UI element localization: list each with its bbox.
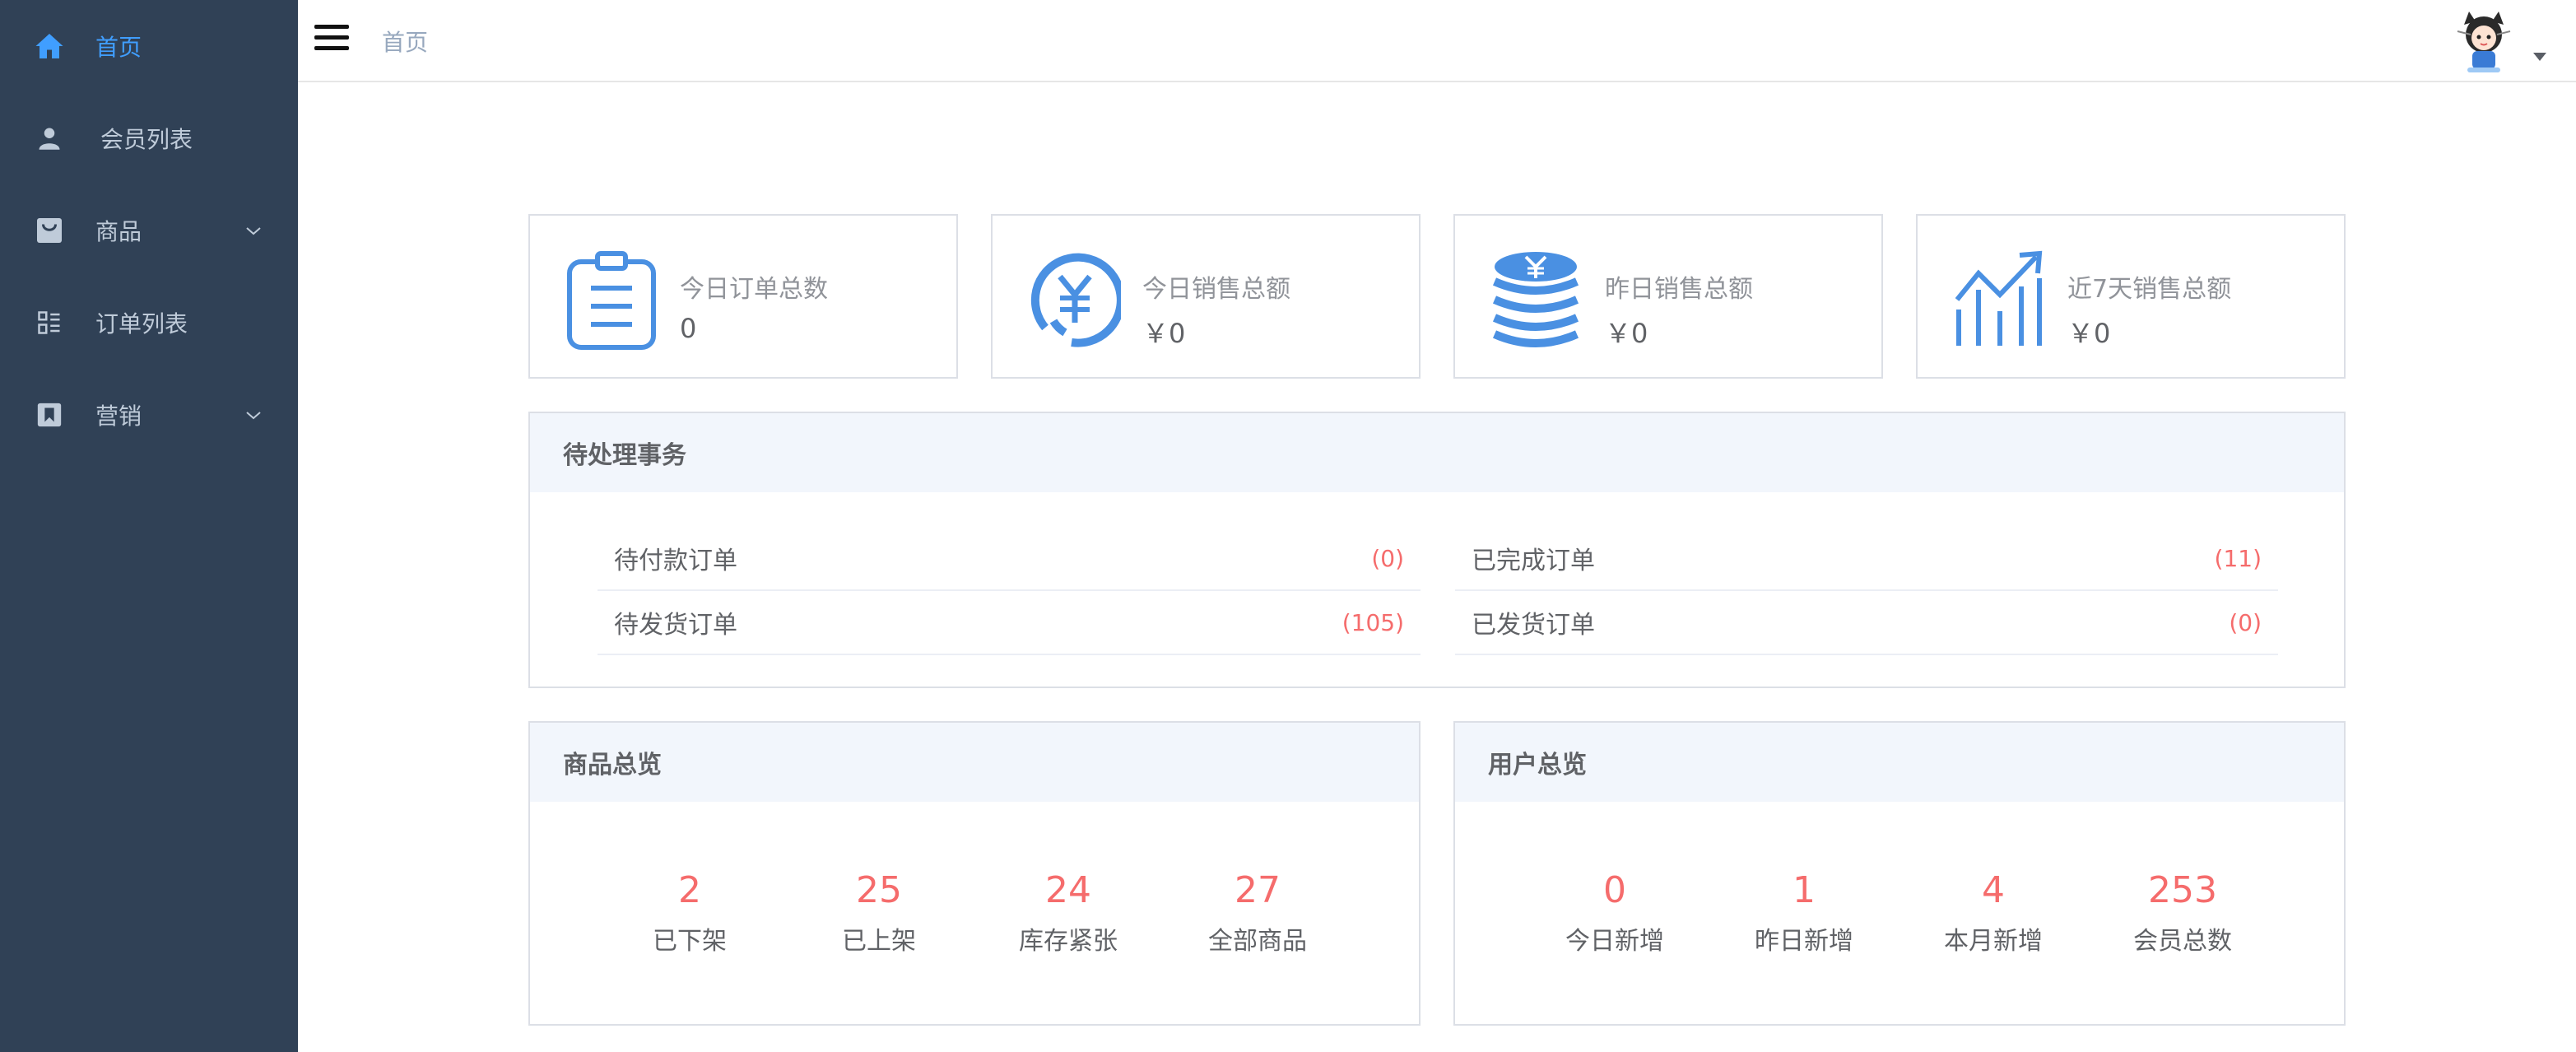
- home-icon: [33, 30, 66, 63]
- stat-title: 今日销售总额: [1142, 275, 1290, 304]
- stat-card-week-sales: 近7天销售总额 ￥0: [1916, 214, 2346, 379]
- todo-count: (0): [1371, 544, 1404, 572]
- trend-chart-icon: [1954, 249, 2046, 351]
- stat-label: 今日新增: [1565, 927, 1664, 956]
- goods-stat-all[interactable]: 27 全部商品: [1175, 868, 1340, 957]
- sidebar-item-label: 会员列表: [100, 126, 193, 153]
- stat-title: 今日订单总数: [680, 275, 828, 304]
- topbar: 首页: [298, 0, 2576, 82]
- sidebar-item-label: 首页: [95, 34, 142, 61]
- user-stat-today[interactable]: 0 今日新增: [1532, 868, 1697, 957]
- panel-header: 用户总览: [1455, 723, 2344, 802]
- panel-title: 待处理事务: [563, 441, 686, 470]
- todo-label: 待发货订单: [614, 611, 737, 640]
- stat-value: ￥0: [1142, 318, 1186, 349]
- sidebar-item-orders[interactable]: 订单列表: [0, 277, 298, 369]
- sidebar-item-label: 商品: [95, 218, 142, 245]
- bookmark-icon: [33, 398, 66, 431]
- clipboard-icon: [566, 249, 658, 351]
- yuan-circle-icon: [1029, 249, 1125, 351]
- goods-stat-low-stock[interactable]: 24 库存紧张: [986, 868, 1151, 957]
- stat-value: ￥0: [2067, 318, 2111, 349]
- todo-label: 已完成订单: [1472, 547, 1595, 575]
- goods-overview-panel: 商品总览 2 已下架 25 已上架 24 库存紧张 27 全部商品: [528, 721, 1421, 1026]
- stat-label: 全部商品: [1208, 927, 1307, 956]
- sidebar: 首页 会员列表 商品 订单列表 营销: [0, 0, 298, 1052]
- todo-count: (0): [2229, 608, 2262, 636]
- user-overview-panel: 用户总览 0 今日新增 1 昨日新增 4 本月新增 253 会员总数: [1453, 721, 2346, 1026]
- shopping-bag-icon: [33, 214, 66, 247]
- chevron-down-icon: [244, 405, 263, 425]
- todo-row-to-ship[interactable]: 待发货订单 (105): [598, 591, 1421, 655]
- chevron-down-icon: [244, 221, 263, 240]
- panel-title: 用户总览: [1488, 751, 1587, 780]
- stat-label: 会员总数: [2133, 927, 2232, 956]
- todo-count: (105): [1341, 608, 1404, 636]
- sidebar-item-marketing[interactable]: 营销: [0, 369, 298, 461]
- stat-number: 4: [1982, 869, 2005, 911]
- stat-label: 已上架: [842, 927, 916, 956]
- user-stat-month[interactable]: 4 本月新增: [1911, 868, 2076, 957]
- user-stat-yesterday[interactable]: 1 昨日新增: [1722, 868, 1886, 957]
- sidebar-item-members[interactable]: 会员列表: [0, 92, 298, 184]
- avatar[interactable]: [2449, 7, 2518, 76]
- stat-label: 本月新增: [1944, 927, 2043, 956]
- breadcrumb[interactable]: 首页: [382, 25, 428, 58]
- sidebar-item-label: 订单列表: [95, 310, 188, 337]
- coin-stack-icon: [1491, 249, 1583, 351]
- todo-row-completed[interactable]: 已完成订单 (11): [1455, 527, 2278, 591]
- stat-title: 昨日销售总额: [1605, 275, 1753, 304]
- panel-header: 商品总览: [530, 723, 1419, 802]
- stat-card-yesterday-sales: 昨日销售总额 ￥0: [1453, 214, 1883, 379]
- stat-label: 库存紧张: [1019, 927, 1118, 956]
- list-icon: [33, 306, 66, 339]
- stat-label: 昨日新增: [1755, 927, 1853, 956]
- todo-label: 待付款订单: [614, 547, 737, 575]
- user-stat-total[interactable]: 253 会员总数: [2100, 868, 2265, 957]
- pending-tasks-panel: 待处理事务 待付款订单 (0) 已完成订单 (11) 待发货订单 (105) 已…: [528, 412, 2346, 688]
- stat-label: 已下架: [653, 927, 727, 956]
- stat-number: 27: [1235, 869, 1281, 911]
- stat-title: 近7天销售总额: [2067, 275, 2232, 304]
- goods-stat-online[interactable]: 25 已上架: [797, 868, 961, 957]
- user-icon: [33, 122, 66, 155]
- stat-value: ￥0: [1605, 318, 1648, 349]
- caret-down-icon[interactable]: [2533, 53, 2546, 61]
- sidebar-item-home[interactable]: 首页: [0, 0, 298, 92]
- stat-value: 0: [680, 313, 697, 344]
- panel-header: 待处理事务: [530, 413, 2344, 492]
- sidebar-item-goods[interactable]: 商品: [0, 184, 298, 277]
- stat-number: 1: [1793, 869, 1816, 911]
- stat-number: 0: [1603, 869, 1626, 911]
- todo-label: 已发货订单: [1472, 611, 1595, 640]
- stat-number: 253: [2148, 869, 2217, 911]
- panel-title: 商品总览: [563, 751, 662, 780]
- hamburger-menu-icon[interactable]: [314, 25, 349, 54]
- stat-card-today-orders: 今日订单总数 0: [528, 214, 958, 379]
- todo-row-shipped[interactable]: 已发货订单 (0): [1455, 591, 2278, 655]
- stat-card-today-sales: 今日销售总额 ￥0: [991, 214, 1421, 379]
- stat-number: 2: [678, 869, 701, 911]
- todo-row-unpaid[interactable]: 待付款订单 (0): [598, 527, 1421, 591]
- todo-count: (11): [2214, 544, 2262, 572]
- stat-number: 25: [856, 869, 902, 911]
- stat-number: 24: [1045, 869, 1091, 911]
- sidebar-item-label: 营销: [95, 403, 142, 430]
- goods-stat-offline[interactable]: 2 已下架: [607, 868, 772, 957]
